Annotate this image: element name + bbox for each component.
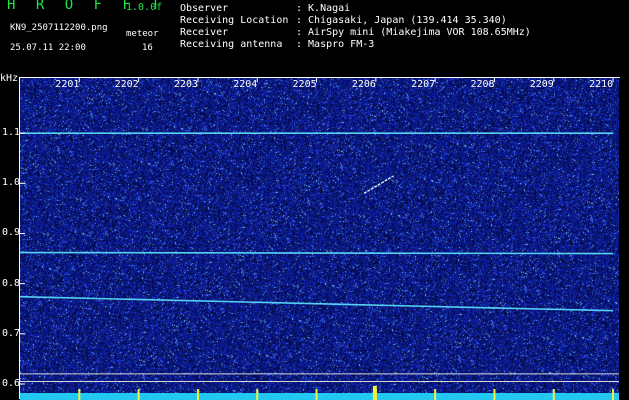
file-name: KN9_2507112200.png (10, 23, 108, 33)
meteor-count: 16 (142, 43, 153, 53)
antenna-value: : Maspro FM-3 (296, 39, 375, 50)
receiver-key: Receiver (180, 27, 229, 38)
spectrogram-plot (20, 78, 619, 394)
version-label: 1.0.0f (126, 2, 163, 13)
x-tick-label: 2202 (114, 79, 139, 90)
antenna-key: Receiving antenna (180, 39, 283, 50)
x-tick-label: 2207 (411, 79, 436, 90)
observer-value: : K.Nagai (296, 3, 351, 14)
meteor-label: meteor (126, 29, 159, 39)
location-value: : Chigasaki, Japan (139.414 35.340) (296, 15, 507, 26)
y-tick-label: 0.6 (2, 377, 21, 389)
observer-key: Observer (180, 3, 229, 14)
x-tick-label: 2208 (470, 79, 495, 90)
receiver-value: : AirSpy mini (Miakejima VOR 108.65MHz) (296, 27, 531, 38)
location-key: Receiving Location (180, 15, 289, 26)
y-tick-label: 1.1 (2, 127, 21, 139)
x-tick-label: 2209 (529, 79, 554, 90)
bottom-level-band (20, 393, 619, 400)
y-tick-label: 0.7 (2, 327, 21, 339)
date-time: 25.07.11 22:00 (10, 43, 86, 53)
x-tick-label: 2201 (55, 79, 80, 90)
y-tick-label: 1.0 (2, 177, 21, 189)
x-tick-label: 2203 (173, 79, 198, 90)
x-tick-label: 2210 (589, 79, 614, 90)
x-tick-label: 2204 (233, 79, 258, 90)
x-tick-label: 2206 (351, 79, 376, 90)
y-tick-label: 0.8 (2, 277, 21, 289)
y-tick-label: 0.9 (2, 227, 21, 239)
hrofft-spectrogram-window: H R O F F T 1.0.0f KN9_2507112200.png 25… (0, 0, 629, 400)
y-axis-label: kHz (0, 73, 19, 84)
x-tick-label: 2205 (292, 79, 317, 90)
